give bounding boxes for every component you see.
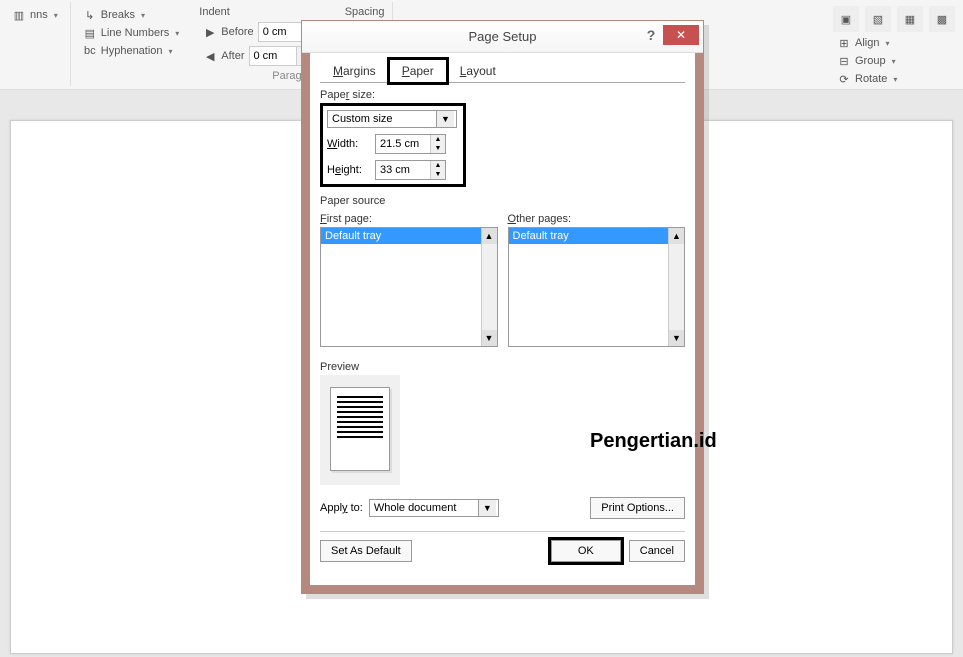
scroll-down-icon[interactable]: ▼: [669, 330, 684, 346]
list-item[interactable]: Default tray: [321, 228, 497, 244]
preview-section: Preview: [320, 361, 685, 485]
preview-page-icon: [330, 387, 390, 471]
chevron-down-icon: ▾: [893, 75, 897, 84]
scrollbar[interactable]: ▲ ▼: [481, 228, 497, 346]
before-label: Before: [221, 26, 253, 38]
apply-to-value[interactable]: [370, 500, 478, 516]
apply-row: Apply to: ▼ Print Options...: [320, 497, 685, 519]
indent-after-value[interactable]: [250, 50, 296, 62]
chevron-down-icon[interactable]: ▼: [436, 111, 454, 127]
height-input[interactable]: ▲▼: [375, 160, 446, 180]
section-spacer: [8, 70, 62, 82]
scroll-up-icon[interactable]: ▲: [669, 228, 684, 244]
spin-up-icon[interactable]: ▲: [431, 161, 445, 170]
chevron-down-icon: ▾: [175, 29, 179, 38]
group-label: Group: [855, 55, 886, 67]
align-dropdown[interactable]: ⊞ Align ▾: [833, 34, 955, 52]
paper-size-highlight-box: ▼ Width: ▲▼ Height: ▲▼: [320, 103, 466, 187]
tab-layout[interactable]: Layout: [447, 59, 509, 82]
cancel-button[interactable]: Cancel: [629, 540, 685, 562]
chevron-down-icon: ▾: [141, 11, 145, 20]
chevron-down-icon[interactable]: ▼: [478, 500, 496, 516]
paper-source-label: Paper source: [320, 195, 685, 207]
height-label: Height:: [327, 164, 369, 176]
spin-down-icon[interactable]: ▼: [431, 170, 445, 179]
rotate-dropdown[interactable]: ⟳ Rotate ▾: [833, 70, 955, 88]
ok-button[interactable]: OK: [551, 540, 621, 562]
scroll-up-icon[interactable]: ▲: [482, 228, 497, 244]
chevron-down-icon: ▾: [892, 57, 896, 66]
paper-size-value[interactable]: [328, 111, 436, 127]
breaks-label: Breaks: [101, 9, 135, 21]
position-icon[interactable]: ▣: [833, 6, 859, 32]
chevron-down-icon: ▾: [54, 11, 58, 20]
width-value[interactable]: [376, 135, 430, 153]
spin-down-icon[interactable]: ▼: [431, 144, 445, 153]
other-pages-label: Other pages:: [508, 213, 686, 225]
breaks-dropdown[interactable]: ↳ Breaks ▾: [79, 6, 184, 24]
indent-left-icon: ▶: [203, 25, 217, 39]
rotate-icon: ⟳: [837, 72, 851, 86]
preview-area: [320, 375, 400, 485]
hyphenation-icon: bc: [83, 44, 97, 58]
first-page-listbox[interactable]: Default tray ▲ ▼: [320, 227, 498, 347]
chevron-down-icon: ▾: [885, 39, 889, 48]
ribbon-section-arrange: ▣ ▧ ▦ ▩ ⊞ Align ▾ ⊟ Group ▾ ⟳ Rotate ▾: [825, 2, 963, 86]
group-icon: ⊟: [837, 54, 851, 68]
page-setup-dialog: Page Setup ? ✕ MMarginsargins Paper Layo…: [301, 20, 704, 594]
selection-pane-icon[interactable]: ▩: [929, 6, 955, 32]
apply-to-combo[interactable]: ▼: [369, 499, 499, 517]
columns-icon: ▥: [12, 8, 26, 22]
bring-forward-icon[interactable]: ▦: [897, 6, 923, 32]
set-default-button[interactable]: Set As Default: [320, 540, 412, 562]
tab-strip: MMarginsargins Paper Layout: [320, 59, 685, 83]
columns-dropdown[interactable]: ▥ nns ▾: [8, 6, 62, 24]
close-button[interactable]: ✕: [663, 25, 699, 45]
line-numbers-dropdown[interactable]: ▤ Line Numbers ▾: [79, 24, 184, 42]
width-input[interactable]: ▲▼: [375, 134, 446, 154]
preview-label: Preview: [320, 361, 685, 373]
ribbon-section-pagesetup: ▥ nns ▾: [0, 2, 71, 86]
spacing-header: Spacing: [345, 6, 385, 18]
dialog-title: Page Setup: [469, 29, 537, 44]
section-spacer: [79, 70, 184, 82]
hyphenation-dropdown[interactable]: bc Hyphenation ▾: [79, 42, 184, 60]
other-pages-listbox[interactable]: Default tray ▲ ▼: [508, 227, 686, 347]
group-dropdown[interactable]: ⊟ Group ▾: [833, 52, 955, 70]
line-numbers-label: Line Numbers: [101, 27, 169, 39]
after-label: After: [221, 50, 244, 62]
paper-size-label: Paper size:: [320, 89, 685, 101]
hyphenation-label: Hyphenation: [101, 45, 163, 57]
print-options-button[interactable]: Print Options...: [590, 497, 685, 519]
watermark-text: Pengertian.id: [590, 430, 717, 453]
indent-before-value[interactable]: [259, 26, 305, 38]
breaks-icon: ↳: [83, 8, 97, 22]
line-numbers-icon: ▤: [83, 26, 97, 40]
paper-size-combo[interactable]: ▼: [327, 110, 457, 128]
spin-up-icon[interactable]: ▲: [431, 135, 445, 144]
dialog-titlebar[interactable]: Page Setup ? ✕: [302, 21, 703, 53]
paper-source-row: First page: Default tray ▲ ▼ Other pages…: [320, 209, 685, 347]
width-label: Width:: [327, 138, 369, 150]
scroll-down-icon[interactable]: ▼: [482, 330, 497, 346]
indent-header: Indent: [199, 6, 324, 18]
list-item[interactable]: Default tray: [509, 228, 685, 244]
first-page-label: First page:: [320, 213, 498, 225]
chevron-down-icon: ▾: [169, 47, 173, 56]
indent-right-icon: ◀: [203, 49, 217, 63]
ribbon-section-breaks: ↳ Breaks▾ ▤ Line Numbers▾ bc Hyphenation…: [71, 2, 192, 86]
dialog-body: MMarginsargins Paper Layout Paper size: …: [302, 53, 703, 593]
help-button[interactable]: ?: [641, 27, 661, 43]
dialog-actions: Set As Default OK Cancel: [320, 531, 685, 562]
wrap-text-icon[interactable]: ▧: [865, 6, 891, 32]
align-label: Align: [855, 37, 879, 49]
rotate-label: Rotate: [855, 73, 887, 85]
scrollbar[interactable]: ▲ ▼: [668, 228, 684, 346]
columns-label: nns: [30, 9, 48, 21]
tab-margins[interactable]: MMarginsargins: [320, 59, 389, 82]
height-value[interactable]: [376, 161, 430, 179]
tab-paper[interactable]: Paper: [389, 59, 447, 83]
align-icon: ⊞: [837, 36, 851, 50]
apply-to-label: Apply to:: [320, 502, 363, 514]
